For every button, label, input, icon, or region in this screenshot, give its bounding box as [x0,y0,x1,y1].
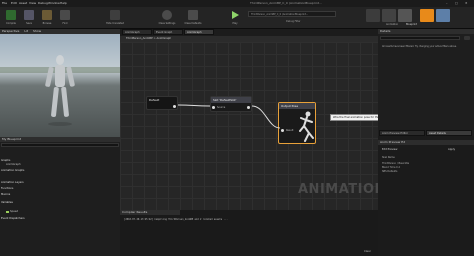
play-icon [230,10,240,20]
folder-icon [42,10,52,20]
apply-button[interactable]: Apply [448,148,455,151]
close-button[interactable]: ✕ [465,1,468,5]
debug-filter-label: Debug Filter [286,20,301,23]
defaults-icon [188,10,198,20]
compiler-results-panel: Compiler Results [2018.07.20-13:25:42] C… [120,210,378,256]
menu-edit[interactable]: Edit [11,1,17,5]
menu-window[interactable]: Window [48,1,60,5]
compile-button[interactable]: Compile [4,9,18,26]
menu-bar: File Edit Asset View Debug Window Help T… [0,0,474,7]
details-eye-icon[interactable] [464,36,470,40]
my-blueprint-search[interactable] [1,143,119,147]
variables-category[interactable]: Variables [1,201,13,204]
preview-defaults[interactable]: SBS Defaults [382,170,397,173]
clear-button[interactable]: Clear [364,250,371,253]
compiler-results-header: Compiler Results [120,210,180,215]
menu-view[interactable]: View [29,1,36,5]
macros-category[interactable]: Macros [1,193,10,196]
mannequin-character [45,55,75,126]
save-button[interactable]: Save [22,9,36,26]
class-settings-button[interactable]: Class Settings [159,9,175,26]
animgraph-item[interactable]: AnimGraph [6,163,21,166]
variable-color-icon [6,211,9,213]
tab-animgraph[interactable]: AnimGraph [184,29,214,35]
minimize-button[interactable]: – [446,1,448,5]
event-dispatchers-category[interactable]: Event Dispatchers [1,217,25,220]
browse-button[interactable]: Browse [40,9,54,26]
breadcrumb-blueprint[interactable]: ThirdPerson_AnimBP [126,37,153,40]
animation-mode-tab[interactable] [398,9,412,22]
my-blueprint-header: My Blueprint [0,137,120,142]
save-icon [24,10,34,20]
blueprint-mode-tab[interactable] [420,9,434,22]
show-label[interactable]: Show [33,29,41,33]
animation-mode-label: Animation [386,23,399,26]
preview-anim-value[interactable]: ThirdPerson / BasicIdle [382,162,409,165]
animation-watermark: ANIMATION [298,182,386,197]
anim-preview-panel: Anim Preview Ed Edit Preview Skel Name T… [378,136,474,256]
anim-graph-canvas[interactable]: Default Slot 'DefaultSlot' Source Output… [120,42,410,210]
details-no-results: All results have been filtered. Try chan… [382,45,457,48]
anim-preview-header: Anim Preview Ed [378,140,474,145]
tab-event-graph[interactable]: Event Graph [153,29,183,35]
lit-label[interactable]: Lit [24,29,28,33]
gear-icon [162,10,172,20]
debug-filter-dropdown[interactable]: ThirdPerson_AnimBP_C_0 (AnimationBluepri… [248,11,336,17]
viewport-panel: Perspective Lit Show [0,29,120,137]
binoculars-icon [60,10,70,20]
speed-variable[interactable]: Speed [10,210,18,213]
graph-tabs: AnimGraph Event Graph AnimGraph [120,29,378,36]
skeleton-mode-tab[interactable] [366,9,380,22]
functions-category[interactable]: Functions [1,187,13,190]
mesh-mode-tab[interactable] [382,9,396,22]
physics-mode-tab[interactable] [436,9,450,22]
menu-asset[interactable]: Asset [19,1,27,5]
details-panel: Details All results have been filtered. … [378,29,474,136]
find-button[interactable]: Find [58,9,72,26]
preview-skel-name: Skel Name [382,156,395,159]
class-defaults-button[interactable]: Class Defaults [184,9,202,26]
viewport-scene[interactable] [0,34,120,137]
tab-animgraph-top[interactable]: AnimGraph [122,29,152,35]
animation-graphs-category[interactable]: Animation Graphs [1,169,24,172]
graphs-category[interactable]: Graphs [1,159,10,162]
menu-debug[interactable]: Debug [38,1,48,5]
details-search-input[interactable] [380,36,460,40]
preview-blend-time[interactable]: Blend Time 0.2 [382,166,400,169]
perspective-label[interactable]: Perspective [2,29,19,33]
animation-layers-category[interactable]: Animation Layers [1,181,24,184]
my-blueprint-panel: My Blueprint Graphs AnimGraph Animation … [0,137,120,256]
compiler-log-line: [2018.07.20-13:25:42] Compiling ThirdPer… [124,218,228,221]
maximize-button[interactable]: □ [455,1,458,5]
hide-unrelated-button[interactable]: Hide Unrelated [106,9,124,26]
toolbar: Compile Save Browse Find Hide Unrelated … [0,7,474,29]
details-header: Details [378,29,474,34]
menu-file[interactable]: File [2,1,7,5]
menu-help[interactable]: Help [60,1,67,5]
filter-icon [110,10,120,20]
play-button[interactable]: Play [228,9,242,26]
window-path: ThirdPerson_AnimBP_C_0 (AnimationBluepri… [250,1,322,5]
blueprint-mode-label: Blueprint [406,23,417,26]
compile-icon [6,10,16,20]
preview-edit-button[interactable]: Edit Preview [382,148,397,151]
breadcrumb-animgraph[interactable]: AnimGraph [156,37,171,40]
